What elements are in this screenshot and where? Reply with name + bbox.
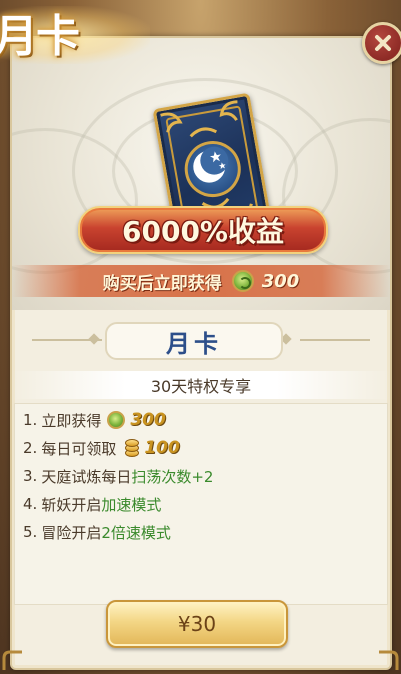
instant-reward-strip: 购买后立即获得 300: [12, 265, 390, 297]
benefit-text: 冒险开启: [41, 523, 102, 542]
benefits-list: 1. 立即获得 300 2. 每日可领取 100 3. 天庭试炼每日 扫荡次数+…: [14, 403, 388, 605]
purchase-button[interactable]: ¥30: [106, 600, 288, 648]
benefit-number: 5.: [23, 523, 38, 541]
subtitle-bar: 30天特权专享: [12, 371, 390, 399]
title-plaque-row: 月卡: [12, 320, 390, 360]
benefit-number: 2.: [23, 439, 38, 457]
instant-reward-label: 购买后立即获得: [102, 273, 222, 294]
benefit-amount: 100: [144, 438, 180, 458]
plaque-title: 月卡: [166, 328, 222, 358]
income-banner: 6000%收益: [78, 206, 328, 254]
benefit-item: 2. 每日可领取 100: [23, 436, 180, 460]
benefit-number: 1.: [23, 411, 38, 429]
close-icon: [375, 35, 391, 51]
benefit-item: 3. 天庭试炼每日 扫荡次数+2: [23, 464, 213, 488]
benefit-text: 斩妖开启: [41, 495, 102, 514]
card-showcase: 6000%收益 购买后立即获得 300: [12, 38, 390, 310]
benefit-item: 4. 斩妖开启 加速模式: [23, 492, 161, 516]
title-calligraphy: 月卡: [0, 11, 80, 62]
gold-ingot-icon: [122, 439, 140, 457]
benefit-item: 5. 冒险开启 2倍速模式: [23, 520, 171, 544]
benefit-number: 3.: [23, 467, 38, 485]
corner-ornament-icon: [2, 650, 22, 670]
title-plaque: 月卡: [105, 322, 283, 360]
benefit-text: 立即获得: [41, 411, 102, 430]
benefit-item: 1. 立即获得 300: [23, 408, 166, 432]
income-banner-text: 6000%收益: [122, 215, 284, 248]
divider-line: [300, 339, 370, 341]
benefit-text: 每日可领取: [41, 439, 117, 458]
benefit-highlight: 加速模式: [101, 495, 162, 514]
subtitle-text: 30天特权专享: [150, 377, 252, 396]
benefit-text: 天庭试炼每日: [41, 467, 132, 486]
benefit-amount: 300: [130, 410, 166, 430]
close-button[interactable]: [362, 22, 401, 64]
benefit-number: 4.: [23, 495, 38, 513]
jade-coin-icon: [107, 411, 126, 429]
benefit-highlight: 2倍速模式: [101, 523, 171, 542]
corner-ornament-icon: [379, 650, 399, 670]
jade-coin-icon: [231, 270, 254, 292]
purchase-price-label: ¥30: [177, 612, 217, 636]
benefit-highlight: 扫荡次数+2: [131, 467, 214, 486]
instant-reward-amount: 300: [261, 270, 300, 292]
divider-diamond: [88, 333, 100, 345]
month-card-panel: 6000%收益 购买后立即获得 300 月卡 30天特权专享 1. 立即获得 3…: [10, 36, 392, 670]
